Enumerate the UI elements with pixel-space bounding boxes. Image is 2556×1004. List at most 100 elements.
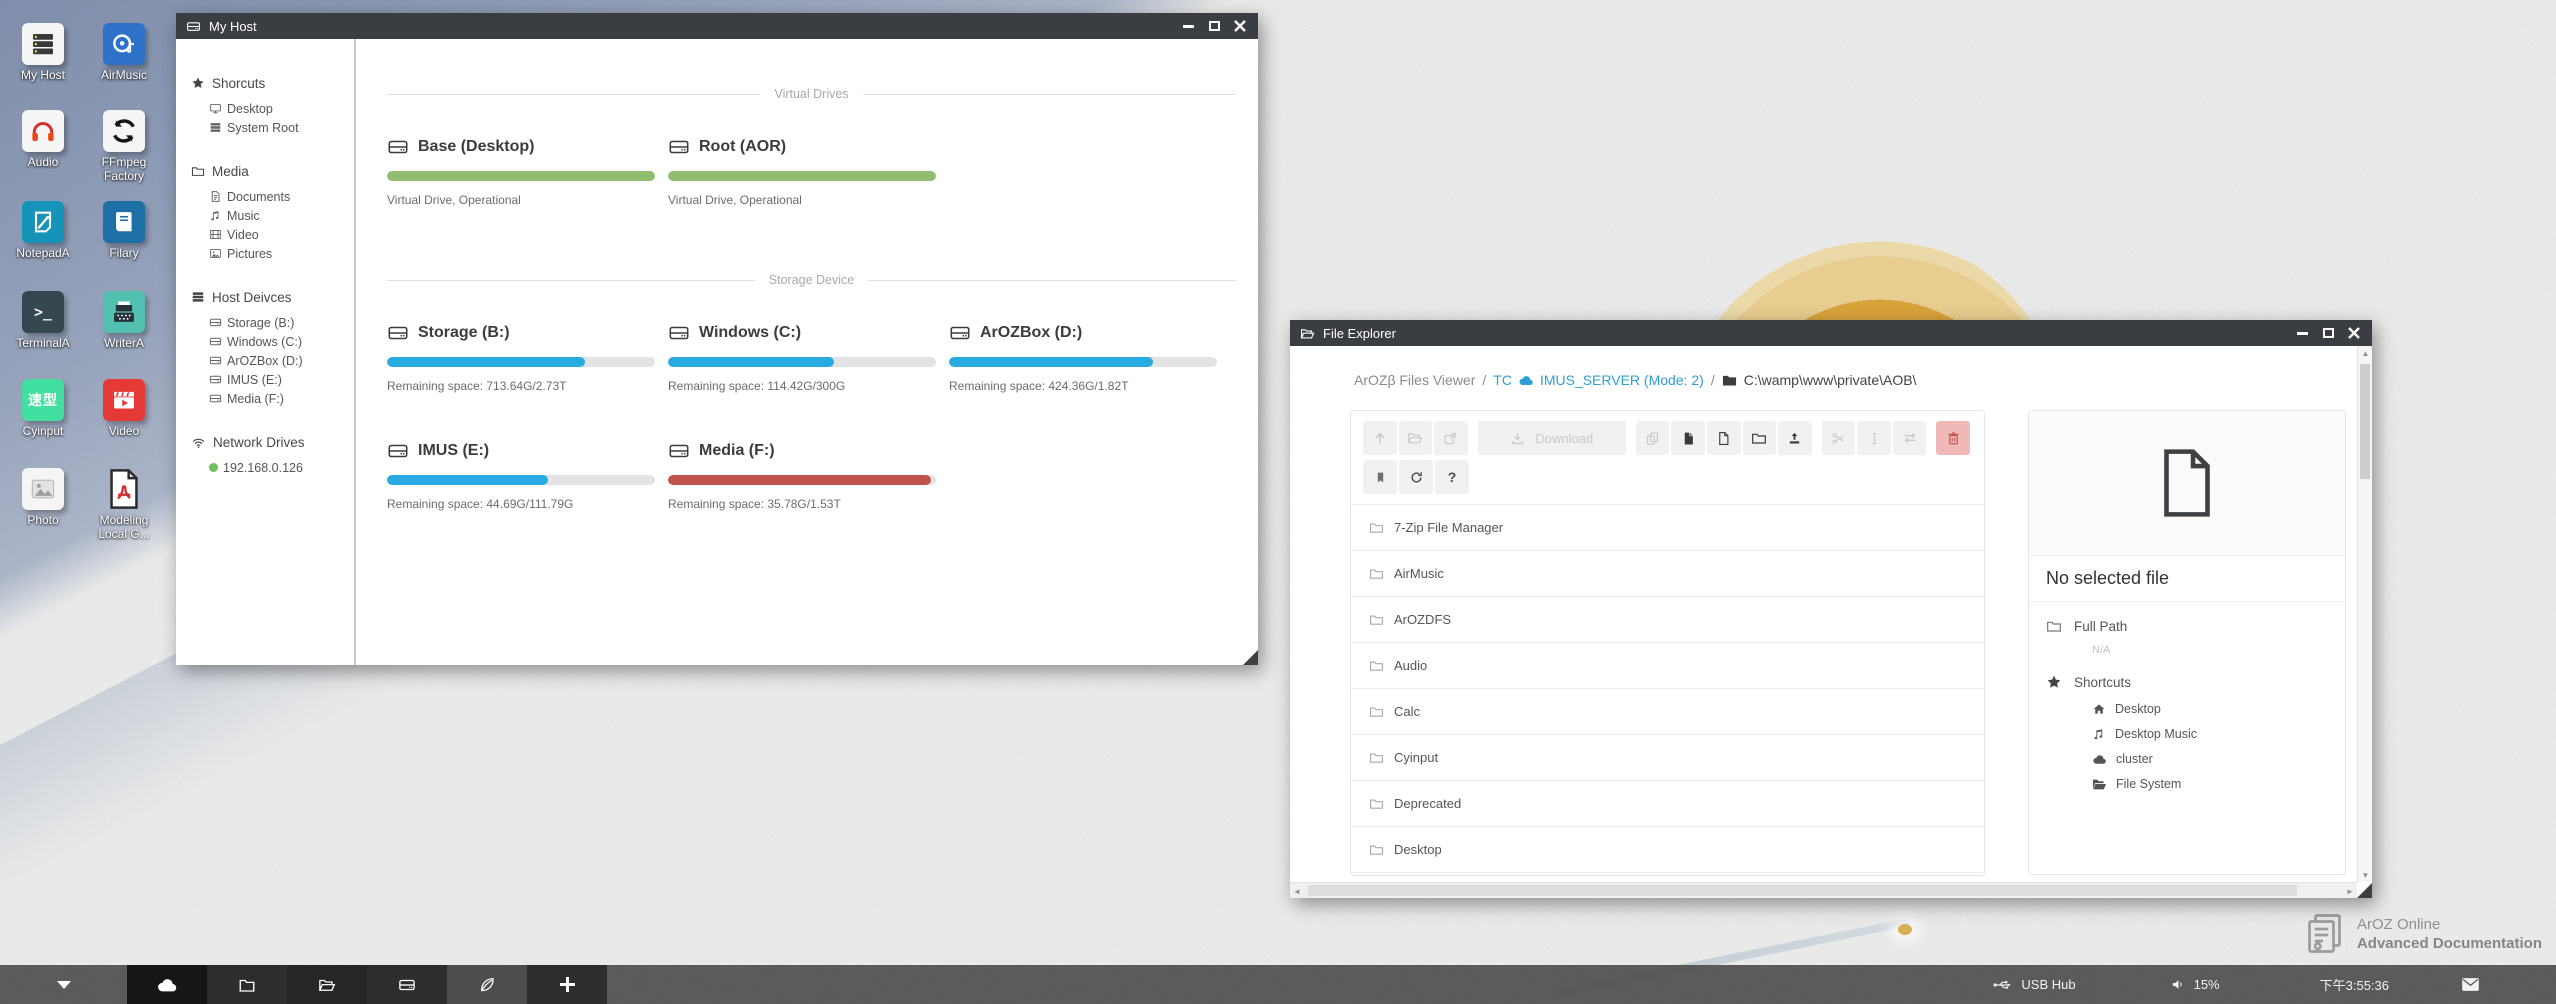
drive-arozbox-d[interactable]: ArOZBox (D:) Remaining space: 424.36G/1.… bbox=[949, 321, 1217, 393]
folder-icon bbox=[191, 164, 205, 178]
drive-media-f[interactable]: Media (F:) Remaining space: 35.78G/1.53T bbox=[668, 439, 936, 511]
taskbar-file-explorer-button[interactable] bbox=[287, 965, 367, 1004]
desktop-icon-filary[interactable]: Filary bbox=[91, 201, 157, 261]
open-in-new-window-button[interactable] bbox=[1434, 421, 1468, 455]
shortcut-desktop[interactable]: Desktop bbox=[2092, 696, 2328, 721]
resize-grip[interactable] bbox=[2357, 883, 2372, 898]
file-detail-panel: No selected file Full Path N/A Shortcuts… bbox=[2028, 410, 2346, 875]
desktop-icon-video[interactable]: Video bbox=[91, 379, 157, 439]
close-button[interactable] bbox=[1232, 18, 1248, 34]
sidebar-item-storage-b[interactable]: Storage (B:) bbox=[176, 313, 354, 332]
volume-tray-item[interactable]: 15% bbox=[2171, 977, 2220, 992]
horizontal-scroll-thumb[interactable] bbox=[1308, 885, 2297, 896]
upload-button[interactable] bbox=[1778, 421, 1812, 455]
file-row-arozdfs[interactable]: ArOZDFS bbox=[1351, 597, 1984, 643]
resize-grip[interactable] bbox=[1243, 650, 1258, 665]
new-folder-button[interactable] bbox=[1743, 421, 1777, 455]
horizontal-scrollbar[interactable]: ◄ ► bbox=[1290, 882, 2357, 898]
swap-button[interactable] bbox=[1893, 421, 1927, 455]
new-file-button[interactable] bbox=[1707, 421, 1741, 455]
file-row-deprecated[interactable]: Deprecated bbox=[1351, 781, 1984, 827]
taskbar-folder-button[interactable] bbox=[207, 965, 287, 1004]
file-row-airmusic[interactable]: AirMusic bbox=[1351, 551, 1984, 597]
sidebar-section-network-drives: Network Drives bbox=[176, 432, 354, 452]
file-row-audio[interactable]: Audio bbox=[1351, 643, 1984, 689]
sidebar-item-system-root[interactable]: System Root bbox=[176, 118, 354, 137]
drive-storage-b[interactable]: Storage (B:) Remaining space: 713.64G/2.… bbox=[387, 321, 655, 393]
rename-button[interactable] bbox=[1857, 421, 1891, 455]
file-row-desktop[interactable]: Desktop bbox=[1351, 827, 1984, 873]
open-button[interactable] bbox=[1399, 421, 1433, 455]
help-button[interactable]: ? bbox=[1435, 460, 1469, 494]
messages-tray-item[interactable] bbox=[2461, 977, 2480, 992]
desktop-icon-notepada[interactable]: NotepadA bbox=[10, 201, 76, 261]
aroz-watermark: ArOZ Online Advanced Documentation bbox=[2305, 912, 2542, 958]
go-up-button[interactable] bbox=[1363, 421, 1397, 455]
sidebar-item-windows-c[interactable]: Windows (C:) bbox=[176, 332, 354, 351]
taskbar-new-window-button[interactable] bbox=[527, 965, 607, 1004]
paste-button[interactable] bbox=[1671, 421, 1705, 455]
drive-windows-c[interactable]: Windows (C:) Remaining space: 114.42G/30… bbox=[668, 321, 936, 393]
drive-usage-bar bbox=[668, 171, 936, 181]
drive-root-aor[interactable]: Root (AOR) Virtual Drive, Operational bbox=[668, 135, 936, 207]
maximize-button[interactable] bbox=[1206, 18, 1222, 34]
sidebar-item-desktop[interactable]: Desktop bbox=[176, 99, 354, 118]
close-button[interactable] bbox=[2346, 325, 2362, 341]
desktop-icon-cyinput[interactable]: 速型 Cyinput bbox=[10, 379, 76, 439]
breadcrumb-server-link[interactable]: TC IMUS_SERVER (Mode: 2) bbox=[1493, 372, 1704, 388]
my-host-titlebar[interactable]: My Host bbox=[176, 13, 1258, 39]
vertical-scrollbar[interactable]: ▲ ▼ bbox=[2357, 346, 2372, 882]
minimize-button[interactable] bbox=[2294, 325, 2310, 341]
file-name: AirMusic bbox=[1394, 566, 1444, 581]
file-explorer-body: ArOZβ Files Viewer / TC IMUS_SERVER (Mod… bbox=[1290, 346, 2357, 882]
desktop-icon-audio[interactable]: Audio bbox=[10, 110, 76, 170]
file-row-7zip[interactable]: 7-Zip File Manager bbox=[1351, 505, 1984, 551]
sidebar-item-pictures[interactable]: Pictures bbox=[176, 244, 354, 263]
document-icon bbox=[209, 190, 222, 203]
taskbar-leaf-button[interactable] bbox=[447, 965, 527, 1004]
desktop-icon-my-host[interactable]: My Host bbox=[10, 23, 76, 83]
desktop-icon-writera[interactable]: WriterA bbox=[91, 291, 157, 351]
file-row-calc[interactable]: Calc bbox=[1351, 689, 1984, 735]
sidebar-item-media-f[interactable]: Media (F:) bbox=[176, 389, 354, 408]
usb-tray-item[interactable]: USB Hub bbox=[1993, 977, 2075, 992]
taskbar-expand-button[interactable] bbox=[0, 981, 127, 989]
minimize-button[interactable] bbox=[1180, 18, 1196, 34]
breadcrumb-path[interactable]: C:\wamp\www\private\AOB\ bbox=[1722, 372, 1917, 388]
sidebar-item-arozbox-d[interactable]: ArOZBox (D:) bbox=[176, 351, 354, 370]
shortcut-file-system[interactable]: File System bbox=[2092, 771, 2328, 796]
vertical-scroll-thumb[interactable] bbox=[2360, 364, 2370, 479]
scroll-down-arrow[interactable]: ▼ bbox=[2358, 868, 2373, 882]
taskbar-my-host-button[interactable] bbox=[367, 965, 447, 1004]
file-explorer-titlebar[interactable]: File Explorer bbox=[1290, 320, 2372, 346]
drive-imus-e[interactable]: IMUS (E:) Remaining space: 44.69G/111.79… bbox=[387, 439, 655, 511]
file-row-cyinput[interactable]: Cyinput bbox=[1351, 735, 1984, 781]
desktop-icon-terminala[interactable]: >_ TerminalA bbox=[10, 291, 76, 351]
taskbar-cloud-button[interactable] bbox=[127, 965, 207, 1004]
sidebar-item-imus-e[interactable]: IMUS (E:) bbox=[176, 370, 354, 389]
desktop-icon-ffmpeg-factory[interactable]: FFmpeg Factory bbox=[91, 110, 157, 184]
refresh-button[interactable] bbox=[1399, 460, 1433, 494]
delete-button[interactable] bbox=[1936, 421, 1970, 455]
drive-base-desktop[interactable]: Base (Desktop) Virtual Drive, Operationa… bbox=[387, 135, 655, 207]
maximize-button[interactable] bbox=[2320, 325, 2336, 341]
copy-button[interactable] bbox=[1636, 421, 1670, 455]
sidebar-item-documents[interactable]: Documents bbox=[176, 187, 354, 206]
cut-button[interactable] bbox=[1822, 421, 1856, 455]
breadcrumb-root[interactable]: ArOZβ Files Viewer bbox=[1354, 372, 1475, 388]
shortcut-desktop-music[interactable]: Desktop Music bbox=[2092, 721, 2328, 746]
section-label: Media bbox=[212, 164, 249, 179]
desktop-icon-modeling-local-g[interactable]: Modeling Local G... bbox=[91, 468, 157, 542]
sidebar-item-music[interactable]: Music bbox=[176, 206, 354, 225]
desktop-icon-photo[interactable]: Photo bbox=[10, 468, 76, 528]
sidebar-item-network-192-168-0-126[interactable]: 192.168.0.126 bbox=[176, 458, 354, 477]
clock-tray-item[interactable]: 下午3:55:36 bbox=[2320, 975, 2389, 994]
desktop-icon-airmusic[interactable]: AirMusic bbox=[91, 23, 157, 83]
scroll-up-arrow[interactable]: ▲ bbox=[2358, 346, 2373, 360]
shortcut-cluster[interactable]: cluster bbox=[2092, 746, 2328, 771]
download-button[interactable]: Download bbox=[1478, 421, 1626, 455]
sidebar-item-video[interactable]: Video bbox=[176, 225, 354, 244]
scroll-right-arrow[interactable]: ► bbox=[2343, 883, 2357, 899]
scroll-left-arrow[interactable]: ◄ bbox=[1290, 883, 1304, 899]
bookmark-button[interactable] bbox=[1363, 460, 1397, 494]
